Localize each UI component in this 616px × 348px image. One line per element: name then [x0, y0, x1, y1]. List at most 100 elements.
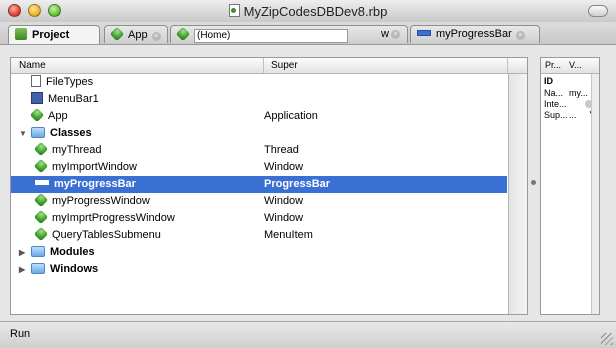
- row-name-cell: ▶ Windows: [19, 261, 98, 278]
- tab-project[interactable]: Project: [8, 25, 100, 44]
- table-row[interactable]: ▼ Classes: [11, 125, 507, 142]
- properties-pane[interactable]: Pr... V... ID Na... my... Inte... Sup...…: [540, 57, 600, 315]
- row-name-label: QueryTablesSubmenu: [52, 229, 161, 241]
- row-name-cell: QueryTablesSubmenu: [33, 226, 161, 244]
- table-row[interactable]: myThread Thread: [11, 141, 507, 159]
- column-divider[interactable]: [507, 58, 508, 73]
- row-name-label: myImprtProgressWindow: [52, 212, 175, 224]
- row-name-cell: FileTypes: [19, 74, 93, 91]
- close-tab-icon[interactable]: ×: [151, 32, 161, 41]
- status-text: Run: [10, 328, 31, 340]
- properties-header: Pr... V...: [541, 58, 599, 74]
- row-name-label: FileTypes: [46, 76, 94, 88]
- property-super-value[interactable]: ...: [569, 110, 577, 120]
- disclosure-expanded-icon[interactable]: ▼: [19, 125, 29, 142]
- row-name-cell: myProgressBar: [35, 176, 136, 193]
- cube-icon: [33, 158, 49, 174]
- disclosure-collapsed-icon[interactable]: ▶: [19, 244, 29, 261]
- project-rows: FileTypes MenuBar1 App Application ▼ Classes m…: [11, 74, 507, 278]
- column-header-property[interactable]: Pr...: [545, 60, 561, 70]
- app-window: MyZipCodesDBDev8.rbp Project App × (Home)…: [0, 0, 616, 348]
- vertical-scrollbar[interactable]: [508, 74, 527, 314]
- file-icon: [31, 75, 41, 87]
- row-super-cell: Window: [264, 195, 304, 207]
- table-row[interactable]: App Application: [11, 107, 507, 125]
- tab-bar: Project App × (Home) w × myProgressBar ×: [0, 22, 616, 45]
- tab-myprogressbar-label: myProgressBar: [436, 28, 512, 40]
- project-list[interactable]: Name Super FileTypes MenuBar1 App Applicati…: [10, 57, 528, 315]
- row-super-cell: Window: [264, 161, 304, 173]
- column-divider[interactable]: [263, 58, 264, 73]
- progressbar-icon: [417, 30, 431, 36]
- row-name-label: myThread: [52, 144, 102, 156]
- property-id[interactable]: ID: [544, 76, 553, 86]
- row-name-cell: myThread: [33, 141, 102, 159]
- tab-app-label: App: [128, 29, 148, 41]
- row-name-cell: myImprtProgressWindow: [33, 209, 175, 227]
- property-super[interactable]: Sup...: [544, 110, 568, 120]
- window-title: MyZipCodesDBDev8.rbp: [0, 4, 616, 19]
- folder-icon: [31, 246, 45, 257]
- home-location-field[interactable]: (Home): [194, 29, 348, 43]
- row-name-label: App: [48, 110, 68, 122]
- table-row[interactable]: myImportWindow Window: [11, 158, 507, 176]
- document-icon: [228, 4, 240, 17]
- row-super-cell: Window: [264, 212, 304, 224]
- progressbar-icon: [35, 180, 49, 185]
- tab-app[interactable]: App ×: [104, 25, 168, 43]
- folder-icon: [31, 127, 45, 138]
- tab-project-label: Project: [32, 29, 70, 41]
- row-super-cell: ProgressBar: [264, 178, 331, 190]
- cube-icon: [33, 209, 49, 225]
- splitter-handle[interactable]: [531, 180, 536, 185]
- resize-grip-icon[interactable]: [601, 333, 613, 345]
- disclosure-collapsed-icon[interactable]: ▶: [19, 261, 29, 278]
- table-row[interactable]: QueryTablesSubmenu MenuItem: [11, 226, 507, 244]
- table-row[interactable]: ▶ Modules: [11, 244, 507, 261]
- window-title-text: MyZipCodesDBDev8.rbp: [243, 4, 388, 19]
- property-name-value[interactable]: my...: [569, 88, 588, 98]
- table-row[interactable]: myProgressBar ProgressBar: [11, 176, 507, 193]
- row-super-cell: MenuItem: [264, 229, 313, 241]
- property-interfaces[interactable]: Inte...: [544, 99, 567, 109]
- table-row[interactable]: ▶ Windows: [11, 261, 507, 278]
- cube-icon: [109, 26, 125, 42]
- row-name-cell: myProgressWindow: [33, 192, 150, 210]
- column-header-value[interactable]: V...: [569, 60, 582, 70]
- title-bar[interactable]: MyZipCodesDBDev8.rbp: [0, 0, 616, 23]
- properties-scrollbar[interactable]: [591, 74, 599, 314]
- project-icon: [15, 28, 27, 40]
- folder-icon: [31, 263, 45, 274]
- column-header-super[interactable]: Super: [271, 60, 298, 71]
- row-name-label: MenuBar1: [48, 93, 99, 105]
- status-bar: Run: [0, 321, 616, 348]
- column-header-name[interactable]: Name: [19, 60, 46, 71]
- row-name-cell: MenuBar1: [19, 91, 99, 108]
- table-row[interactable]: MenuBar1: [11, 91, 507, 108]
- row-name-cell: ▶ Modules: [19, 244, 95, 261]
- cube-icon: [33, 192, 49, 208]
- row-name-label: myProgressWindow: [52, 195, 150, 207]
- cube-icon: [175, 26, 191, 42]
- row-super-cell: Thread: [264, 144, 299, 156]
- row-name-label: Classes: [50, 127, 92, 139]
- menubar-icon: [31, 92, 43, 104]
- row-super-cell: Application: [264, 110, 318, 122]
- row-name-label: Modules: [50, 246, 95, 258]
- table-row[interactable]: myImprtProgressWindow Window: [11, 209, 507, 227]
- close-tab-icon[interactable]: ×: [515, 31, 525, 40]
- table-row[interactable]: FileTypes: [11, 74, 507, 91]
- cube-icon: [29, 107, 45, 123]
- cube-icon: [33, 226, 49, 242]
- cube-icon: [33, 141, 49, 157]
- tab-myprogressbar[interactable]: myProgressBar ×: [410, 25, 540, 43]
- property-name[interactable]: Na...: [544, 88, 563, 98]
- tab-home[interactable]: (Home) w ×: [170, 25, 408, 43]
- row-name-cell: ▼ Classes: [19, 125, 92, 142]
- table-row[interactable]: myProgressWindow Window: [11, 192, 507, 210]
- list-header: Name Super: [11, 58, 527, 74]
- row-name-label: myImportWindow: [52, 161, 137, 173]
- close-tab-icon[interactable]: ×: [391, 30, 400, 39]
- toolbar-toggle-button[interactable]: [588, 5, 608, 17]
- row-name-label: Windows: [50, 263, 99, 275]
